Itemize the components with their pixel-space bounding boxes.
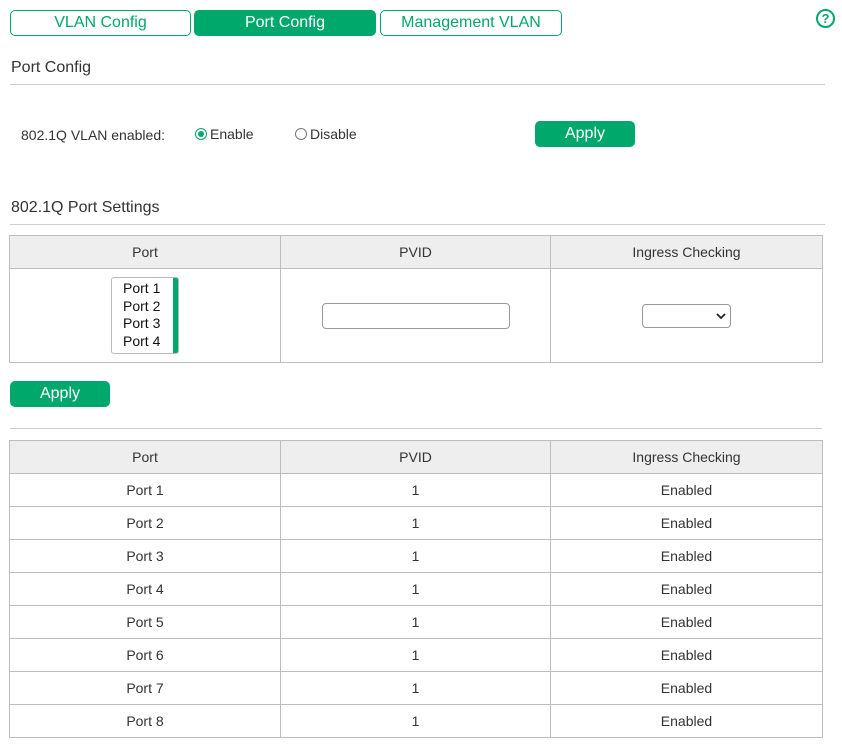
- port-cell: Port 1: [9, 473, 281, 507]
- divider: [10, 224, 825, 225]
- pvid-value-cell: 1: [280, 638, 551, 672]
- tab-management-vlan[interactable]: Management VLAN: [380, 10, 562, 36]
- vlan-enabled-label: 802.1Q VLAN enabled:: [21, 127, 165, 143]
- port-settings-table: Port PVID Ingress Checking Port 1 Port 2…: [9, 235, 823, 363]
- enable-radio-label: Enable: [210, 126, 254, 142]
- port-cell: Port 6: [9, 638, 281, 672]
- ingress-value-cell: Enabled: [550, 704, 823, 738]
- divider: [10, 428, 822, 429]
- divider: [10, 84, 825, 85]
- ingress-value-cell: Enabled: [550, 473, 823, 507]
- table-row: Port 8 1 Enabled: [9, 704, 823, 738]
- column-header-port: Port: [9, 235, 281, 269]
- column-header-ingress-checking: Ingress Checking: [550, 235, 823, 269]
- section-title-port-settings: 802.1Q Port Settings: [11, 199, 160, 216]
- ingress-value-cell: Enabled: [550, 671, 823, 705]
- disable-radio[interactable]: [295, 128, 307, 140]
- apply-port-settings-button[interactable]: Apply: [10, 381, 110, 407]
- table-row: Port 4 1 Enabled: [9, 572, 823, 606]
- table-row: Port 7 1 Enabled: [9, 671, 823, 705]
- enable-radio[interactable]: [195, 128, 207, 140]
- port-select-cell: Port 1 Port 2 Port 3 Port 4: [9, 268, 281, 363]
- ingress-value-cell: Enabled: [550, 572, 823, 606]
- table-row: Port 6 1 Enabled: [9, 638, 823, 672]
- enable-option[interactable]: Enable: [195, 126, 254, 142]
- ingress-checking-select[interactable]: [642, 303, 731, 328]
- port-status-table: Port PVID Ingress Checking Port 1 1 Enable…: [9, 440, 823, 738]
- pvid-value-cell: 1: [280, 605, 551, 639]
- port-option[interactable]: Port 2: [123, 298, 160, 316]
- ingress-cell: [550, 268, 823, 363]
- table-row: Port 2 1 Enabled: [9, 506, 823, 540]
- disable-radio-label: Disable: [310, 126, 357, 142]
- pvid-value-cell: 1: [280, 539, 551, 573]
- pvid-value-cell: 1: [280, 704, 551, 738]
- section-title-port-config: Port Config: [11, 59, 92, 76]
- listbox-scrollbar[interactable]: [173, 278, 178, 353]
- disable-option[interactable]: Disable: [295, 126, 357, 142]
- port-cell: Port 3: [9, 539, 281, 573]
- tab-port-config[interactable]: Port Config: [194, 10, 376, 36]
- pvid-value-cell: 1: [280, 572, 551, 606]
- column-header-port: Port: [9, 440, 281, 474]
- chevron-down-icon: [716, 312, 726, 319]
- port-cell: Port 2: [9, 506, 281, 540]
- port-option[interactable]: Port 4: [123, 333, 160, 351]
- pvid-input[interactable]: [321, 302, 510, 329]
- pvid-value-cell: 1: [280, 473, 551, 507]
- ingress-value-cell: Enabled: [550, 638, 823, 672]
- apply-vlan-button[interactable]: Apply: [535, 121, 635, 147]
- table-row: Port 1 1 Enabled: [9, 473, 823, 507]
- pvid-value-cell: 1: [280, 506, 551, 540]
- tab-vlan-config[interactable]: VLAN Config: [10, 10, 191, 36]
- port-cell: Port 7: [9, 671, 281, 705]
- table-row: Port 3 1 Enabled: [9, 539, 823, 573]
- column-header-pvid: PVID: [280, 235, 551, 269]
- port-option[interactable]: Port 1: [123, 280, 160, 298]
- column-header-pvid: PVID: [280, 440, 551, 474]
- pvid-value-cell: 1: [280, 671, 551, 705]
- help-icon[interactable]: ?: [816, 9, 835, 28]
- port-cell: Port 4: [9, 572, 281, 606]
- port-cell: Port 5: [9, 605, 281, 639]
- port-listbox[interactable]: Port 1 Port 2 Port 3 Port 4: [111, 277, 179, 354]
- pvid-cell: [280, 268, 551, 363]
- table-row: Port 5 1 Enabled: [9, 605, 823, 639]
- ingress-value-cell: Enabled: [550, 506, 823, 540]
- port-cell: Port 8: [9, 704, 281, 738]
- ingress-value-cell: Enabled: [550, 539, 823, 573]
- port-option[interactable]: Port 3: [123, 315, 160, 333]
- column-header-ingress-checking: Ingress Checking: [550, 440, 823, 474]
- ingress-value-cell: Enabled: [550, 605, 823, 639]
